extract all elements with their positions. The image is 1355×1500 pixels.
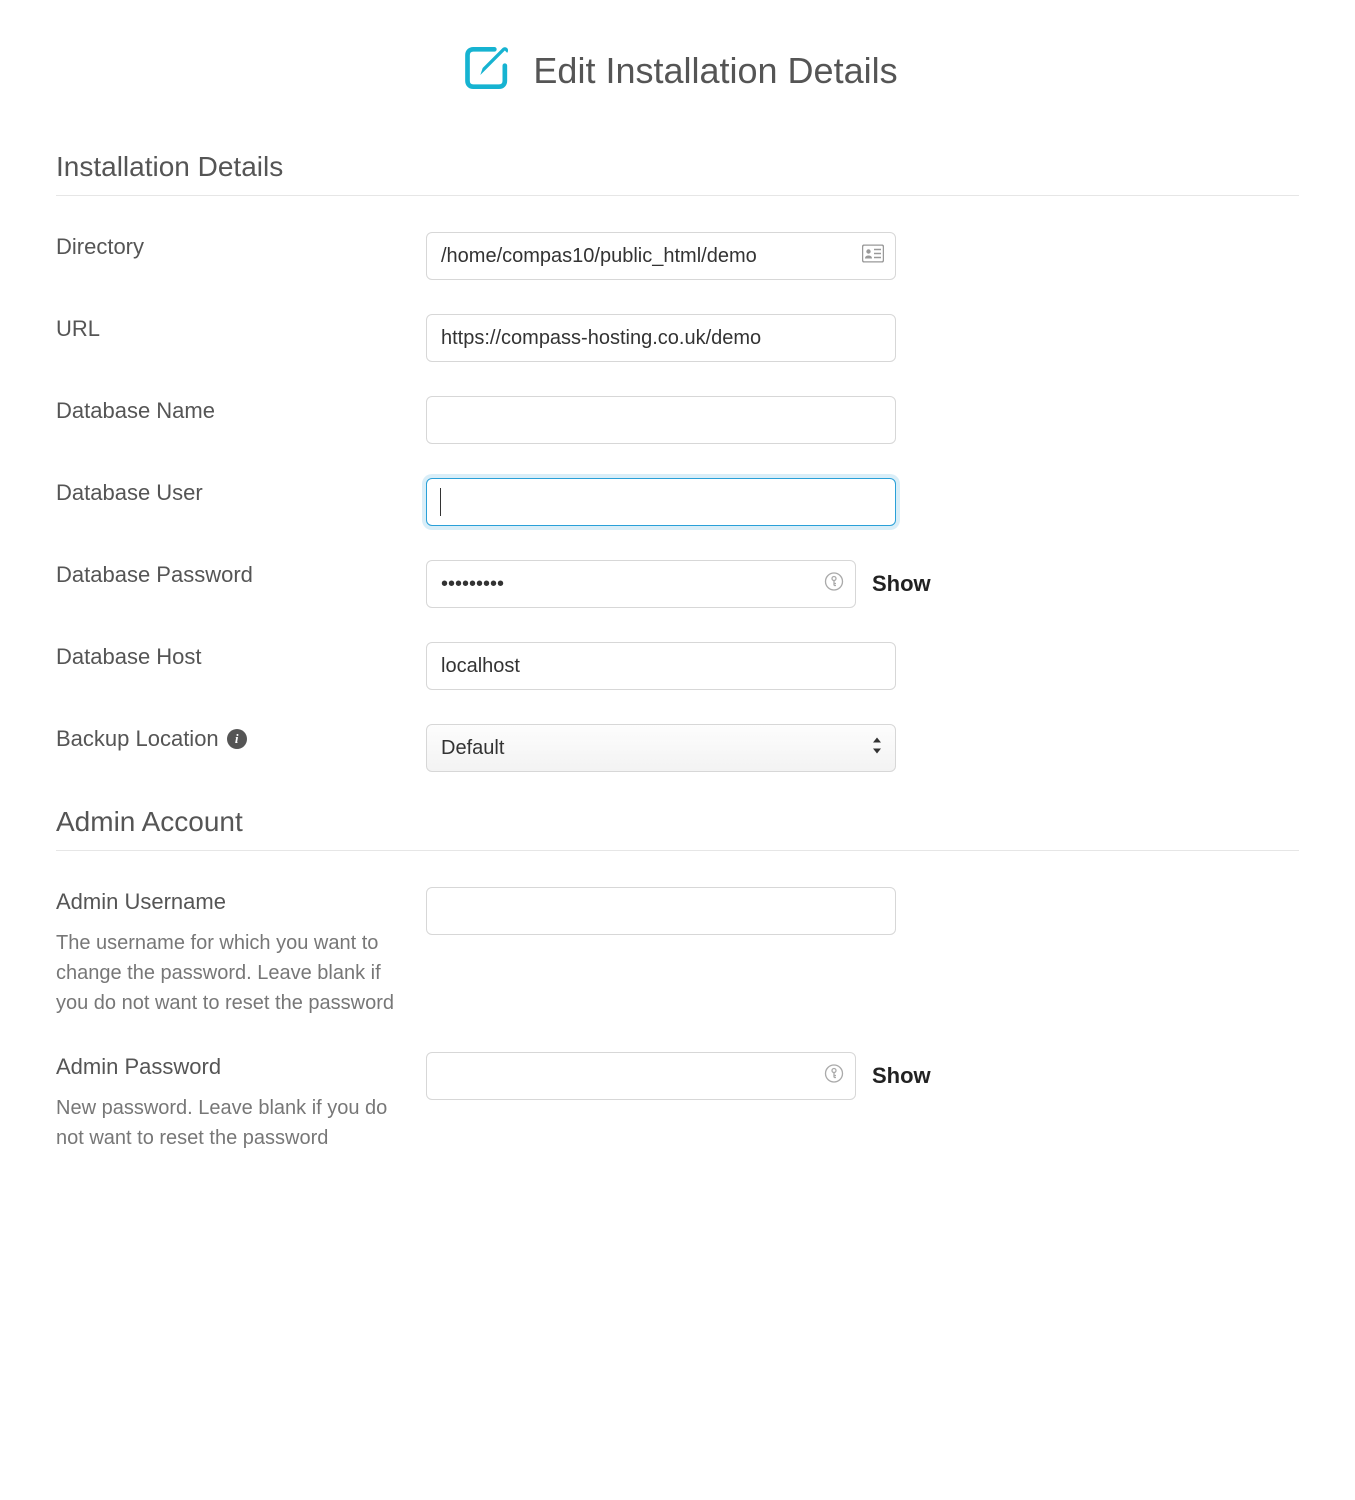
admin-password-show-toggle[interactable]: Show — [872, 1063, 931, 1089]
admin-username-input[interactable] — [426, 887, 896, 935]
label-backup-location: Backup Location i — [56, 724, 402, 755]
section-title-admin: Admin Account — [56, 806, 1299, 838]
label-db-name: Database Name — [56, 396, 402, 427]
row-admin-password: Admin Password New password. Leave blank… — [56, 1052, 1299, 1153]
row-db-password: Database Password Show — [56, 560, 1299, 608]
label-db-host: Database Host — [56, 642, 402, 673]
divider — [56, 195, 1299, 196]
label-url: URL — [56, 314, 402, 345]
section-title-install: Installation Details — [56, 151, 1299, 183]
row-db-host: Database Host — [56, 642, 1299, 690]
label-backup-location-text: Backup Location — [56, 724, 219, 755]
label-db-user: Database User — [56, 478, 402, 509]
label-directory: Directory — [56, 232, 402, 263]
backup-location-select[interactable]: Default — [426, 724, 896, 772]
label-admin-password: Admin Password — [56, 1052, 402, 1083]
page-title: Edit Installation Details — [533, 50, 897, 92]
db-user-input[interactable] — [426, 478, 896, 526]
url-input[interactable] — [426, 314, 896, 362]
edit-pencil-icon — [457, 40, 513, 101]
page-header: Edit Installation Details — [56, 40, 1299, 101]
label-admin-username: Admin Username — [56, 887, 402, 918]
admin-password-input[interactable] — [426, 1052, 856, 1100]
row-backup-location: Backup Location i Default — [56, 724, 1299, 772]
help-admin-password: New password. Leave blank if you do not … — [56, 1093, 402, 1153]
help-admin-username: The username for which you want to chang… — [56, 928, 402, 1018]
row-directory: Directory — [56, 232, 1299, 280]
db-password-input[interactable] — [426, 560, 856, 608]
info-icon[interactable]: i — [227, 729, 247, 749]
row-db-name: Database Name — [56, 396, 1299, 444]
label-db-password: Database Password — [56, 560, 402, 591]
divider — [56, 850, 1299, 851]
row-admin-username: Admin Username The username for which yo… — [56, 887, 1299, 1018]
directory-input[interactable] — [426, 232, 896, 280]
db-password-show-toggle[interactable]: Show — [872, 571, 931, 597]
row-db-user: Database User — [56, 478, 1299, 526]
db-name-input[interactable] — [426, 396, 896, 444]
text-cursor — [440, 488, 441, 516]
row-url: URL — [56, 314, 1299, 362]
db-host-input[interactable] — [426, 642, 896, 690]
